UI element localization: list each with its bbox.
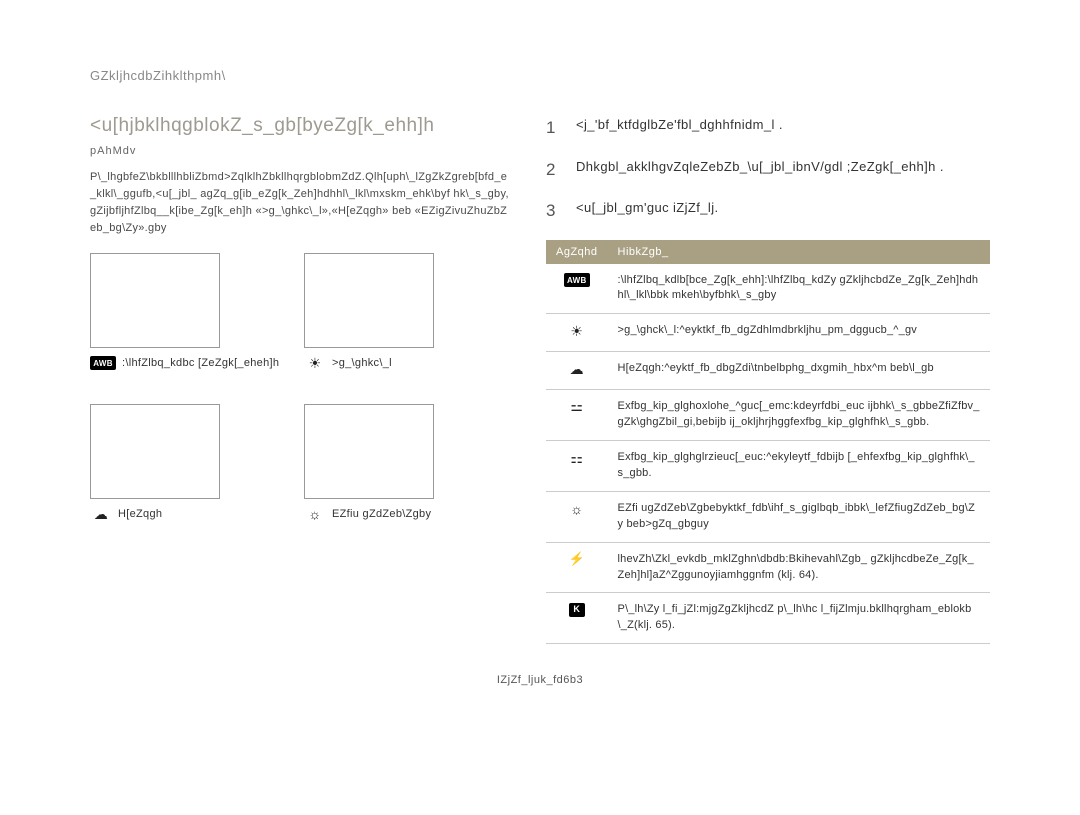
- table-row: Exfbg_kip_glghoxlohe_^guc[_emc:kdeyrfdbi…: [546, 389, 990, 440]
- th-icon: AgZqhd: [546, 240, 608, 264]
- row-desc: >g_\ghck\_l:^eyktkf_fb_dgZdhlmdbrkljhu_p…: [608, 314, 990, 352]
- swatch-box: [304, 404, 434, 499]
- row-icon-cell: [546, 491, 608, 542]
- steps-list: 1 <j_'bf_ktfdglbZe'fbl_dghhfnidm_l . 2 D…: [546, 115, 990, 224]
- right-column: 1 <j_'bf_ktfdglbZe'fbl_dghhfnidm_l . 2 D…: [546, 115, 990, 644]
- row-desc: EZfi ugZdZeb\Zgbebyktkf_fdb\ihf_s_giglbq…: [608, 491, 990, 542]
- swatch-cell-cloud: H[eZqgh: [90, 404, 290, 543]
- fluorescent-icon: [566, 399, 588, 413]
- page-root: GZkljhcdbZihklthpmh\ <u[hjbklhqgblokZ_s_…: [0, 0, 1080, 706]
- th-desc: HibkZgb_: [608, 240, 990, 264]
- row-desc: lhevZh\Zkl_evkdb_mklZghn\dbdb:Bkihevahl\…: [608, 542, 990, 593]
- row-desc: :\lhfZlbq_kdlb[bce_Zg[k_ehh]:\lhfZlbq_kd…: [608, 264, 990, 314]
- swatch-caption: EZfiu gZdZeb\Zgby: [304, 507, 504, 543]
- swatch-cell-bulb: EZfiu gZdZeb\Zgby: [304, 404, 504, 543]
- swatch-cell-awb: AWB :\lhfZlbq_kdbc [ZeZgk[_eheh]h: [90, 253, 290, 392]
- swatch-caption: >g_\ghkc\_l: [304, 356, 504, 392]
- sun-icon: [304, 356, 326, 372]
- row-icon-cell: [546, 314, 608, 352]
- row-desc: Exfbg_kip_glghglrzieuc[_euc:^ekyleytf_fd…: [608, 440, 990, 491]
- table-row: lhevZh\Zkl_evkdb_mklZghn\dbdb:Bkihevahl\…: [546, 542, 990, 593]
- body-paragraph: P\_lhgbfeZ\bkblllhbliZbmd>ZqlklhZbkllhqr…: [90, 169, 510, 237]
- step-text: <j_'bf_ktfdglbZe'fbl_dghhfnidm_l .: [576, 115, 783, 141]
- swatch-box: [90, 253, 220, 348]
- swatch-caption: AWB :\lhfZlbq_kdbc [ZeZgk[_eheh]h: [90, 356, 290, 392]
- options-table: AgZqhd HibkZgb_ AWB :\lhfZlbq_kdlb[bce_Z…: [546, 240, 990, 645]
- cloud-icon: [566, 361, 588, 377]
- step-number: 3: [546, 198, 562, 224]
- awb-icon: AWB: [90, 356, 116, 370]
- cloud-icon: [90, 507, 112, 523]
- kelvin-icon: K: [569, 603, 585, 617]
- swatch-cell-sun: >g_\ghkc\_l: [304, 253, 504, 392]
- page-number: IZjZf_ljuk_fd6b3: [90, 674, 990, 686]
- swatch-grid: AWB :\lhfZlbq_kdbc [ZeZgk[_eheh]h >g_\gh…: [90, 253, 510, 543]
- table-row: EZfi ugZdZeb\Zgbebyktkf_fdb\ihf_s_giglbq…: [546, 491, 990, 542]
- step-text: Dhkgbl_akklhgvZqleZebZb_\u[_jbl_ibnV/gdl…: [576, 157, 944, 183]
- step-number: 2: [546, 157, 562, 183]
- row-icon-cell: [546, 352, 608, 390]
- bulb-icon: [566, 501, 588, 517]
- row-icon-cell: AWB: [546, 264, 608, 314]
- fluorescent-h-icon: [566, 450, 588, 466]
- row-icon-cell: [546, 389, 608, 440]
- flash-icon: [566, 552, 588, 568]
- swatch-box: [90, 404, 220, 499]
- row-desc: Exfbg_kip_glghoxlohe_^guc[_emc:kdeyrfdbi…: [608, 389, 990, 440]
- step-text: <u[_jbl_gm'guc iZjZf_lj.: [576, 198, 719, 224]
- step-item: 3 <u[_jbl_gm'guc iZjZf_lj.: [546, 198, 990, 224]
- swatch-label: :\lhfZlbq_kdbc [ZeZgk[_eheh]h: [122, 356, 279, 371]
- content-columns: <u[hjbklhqgblokZ_s_gb[byeZg[k_ehh]h pAhM…: [90, 115, 990, 644]
- table-row: Exfbg_kip_glghglrzieuc[_euc:^ekyleytf_fd…: [546, 440, 990, 491]
- table-row: >g_\ghck\_l:^eyktkf_fb_dgZdhlmdbrkljhu_p…: [546, 314, 990, 352]
- swatch-label: EZfiu gZdZeb\Zgby: [332, 507, 431, 522]
- swatch-caption: H[eZqgh: [90, 507, 290, 543]
- step-item: 2 Dhkgbl_akklhgvZqleZebZb_\u[_jbl_ibnV/g…: [546, 157, 990, 183]
- table-row: H[eZqgh:^eyktf_fb_dbgZdi\tnbelbphg_dxgmi…: [546, 352, 990, 390]
- table-row: K P\_lh\Zy l_fi_jZl:mjgZgZkljhcdZ p\_lh\…: [546, 593, 990, 644]
- step-number: 1: [546, 115, 562, 141]
- step-item: 1 <j_'bf_ktfdglbZe'fbl_dghhfnidm_l .: [546, 115, 990, 141]
- row-desc: H[eZqgh:^eyktf_fb_dbgZdi\tnbelbphg_dxgmi…: [608, 352, 990, 390]
- section-title: <u[hjbklhqgblokZ_s_gb[byeZg[k_ehh]h: [90, 115, 510, 137]
- row-icon-cell: [546, 440, 608, 491]
- swatch-label: >g_\ghkc\_l: [332, 356, 392, 371]
- swatch-label: H[eZqgh: [118, 507, 162, 522]
- left-column: <u[hjbklhqgblokZ_s_gb[byeZg[k_ehh]h pAhM…: [90, 115, 510, 644]
- sun-icon: [566, 323, 588, 339]
- row-desc: P\_lh\Zy l_fi_jZl:mjgZgZkljhcdZ p\_lh\hc…: [608, 593, 990, 644]
- row-icon-cell: [546, 542, 608, 593]
- breadcrumb: GZkljhcdbZihklthpmh\: [90, 68, 990, 83]
- table-row: AWB :\lhfZlbq_kdlb[bce_Zg[k_ehh]:\lhfZlb…: [546, 264, 990, 314]
- row-icon-cell: K: [546, 593, 608, 644]
- bulb-icon: [304, 507, 326, 523]
- swatch-box: [304, 253, 434, 348]
- awb-icon: AWB: [564, 273, 590, 287]
- sub-label: pAhMdv: [90, 145, 510, 157]
